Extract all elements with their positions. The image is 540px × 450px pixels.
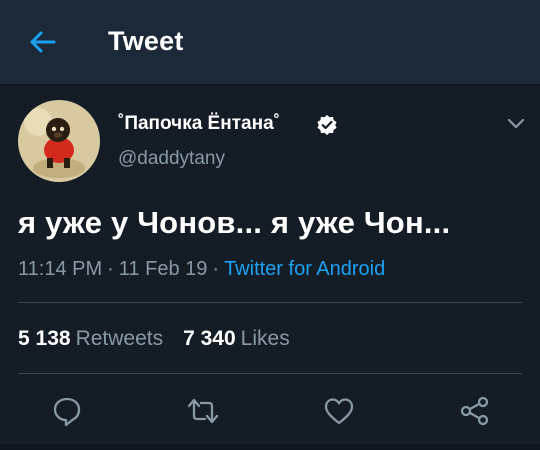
retweets-label: Retweets <box>75 327 164 350</box>
likes-label: Likes <box>240 327 290 350</box>
likes-stat[interactable]: 7 340 Likes <box>183 327 290 350</box>
tweet-stats: 5 138 Retweets 7 340 Likes <box>18 327 290 351</box>
likes-count: 7 340 <box>183 327 236 350</box>
chevron-down-icon <box>507 118 525 129</box>
divider <box>18 302 522 303</box>
divider <box>18 373 522 374</box>
meta-separator: · <box>212 258 220 280</box>
tweet-time: 11:14 PM <box>18 258 103 280</box>
back-button[interactable] <box>26 28 58 56</box>
tweet-source-link[interactable]: Twitter for Android <box>224 258 385 280</box>
share-button[interactable] <box>458 394 492 428</box>
verified-badge-icon <box>316 114 338 136</box>
tweet-meta: 11:14 PM · 11 Feb 19 · Twitter for Android <box>18 258 385 281</box>
retweets-stat[interactable]: 5 138 Retweets <box>18 327 163 350</box>
arrow-left-icon <box>30 31 56 53</box>
bottom-edge <box>0 444 540 450</box>
user-handle[interactable]: @daddytany <box>118 148 225 170</box>
display-name[interactable]: ˚Папочка Ёнтана˚ <box>118 113 280 135</box>
reply-button[interactable] <box>50 394 84 428</box>
retweet-button[interactable] <box>186 394 220 428</box>
like-button[interactable] <box>322 394 356 428</box>
app-header: Tweet <box>0 0 540 85</box>
reply-icon <box>53 397 81 427</box>
meta-separator: · <box>107 258 114 280</box>
page-title: Tweet <box>108 26 184 56</box>
retweet-icon <box>187 398 219 424</box>
retweets-count: 5 138 <box>18 327 71 350</box>
share-icon <box>460 396 489 426</box>
tweet-text: я уже у Чонов... я уже Чон... <box>18 205 451 240</box>
tweet-date: 11 Feb 19 <box>118 258 208 280</box>
more-options-button[interactable] <box>503 113 529 135</box>
avatar[interactable] <box>18 100 100 182</box>
heart-icon <box>324 398 354 425</box>
